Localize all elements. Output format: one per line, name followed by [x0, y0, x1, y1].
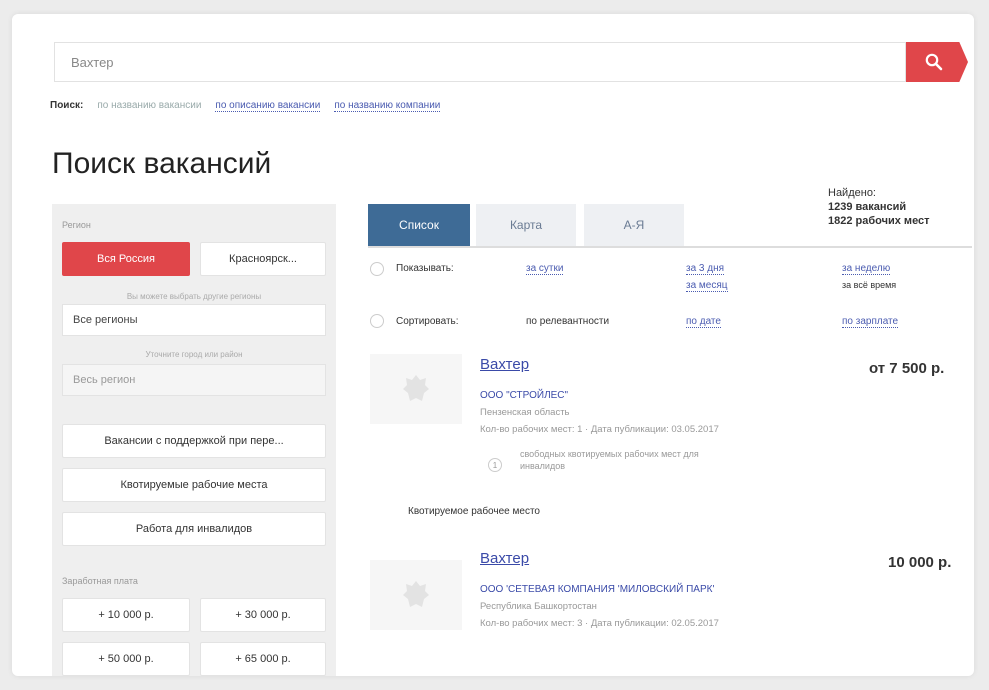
show-label: Показывать: — [396, 263, 454, 274]
region-label: Регион — [62, 220, 91, 230]
vacancy-company-link[interactable]: ООО 'СЕТЕВАЯ КОМПАНИЯ 'МИЛОВСКИЙ ПАРК' — [480, 584, 714, 595]
district-field[interactable]: Весь регион — [62, 364, 326, 396]
vacancy-meta: Кол-во рабочих мест: 1 · Дата публикации… — [480, 424, 719, 435]
quota-jobs-filter[interactable]: Квотируемые рабочие места — [62, 468, 326, 502]
company-logo — [370, 354, 462, 424]
show-3-days[interactable]: за 3 дня — [686, 263, 725, 275]
search-button[interactable] — [906, 42, 968, 82]
search-bar — [54, 42, 906, 82]
tab-map[interactable]: Карта — [476, 204, 576, 246]
search-input[interactable] — [55, 43, 905, 81]
salary-option[interactable]: + 65 000 р. — [200, 642, 326, 676]
region-local-button[interactable]: Красноярск... — [200, 242, 326, 276]
region-all-russia-button[interactable]: Вся Россия — [62, 242, 190, 276]
show-day[interactable]: за сутки — [526, 263, 564, 275]
vacancy-salary: 10 000 р. — [888, 554, 952, 571]
view-tabs: Список Карта А-Я — [368, 204, 972, 248]
vacancy-meta: Кол-во рабочих мест: 3 · Дата публикации… — [480, 618, 719, 629]
show-month[interactable]: за месяц — [686, 280, 728, 292]
tab-alphabet[interactable]: А-Я — [584, 204, 684, 246]
district-hint: Уточните город или район — [145, 350, 243, 359]
emblem-icon — [403, 581, 429, 607]
search-mode-company[interactable]: по названию компании — [334, 100, 441, 112]
vacancy-region: Пензенская область — [480, 407, 570, 418]
filter-sidebar: Регион Вся Россия Красноярск... Вы может… — [52, 204, 336, 676]
all-regions-field[interactable]: Все регионы — [62, 304, 326, 336]
search-mode-description[interactable]: по описанию вакансии — [215, 100, 321, 112]
sort-salary[interactable]: по зарплате — [842, 316, 899, 328]
search-mode-selector: Поиск: по названию вакансии по описанию … — [50, 100, 441, 112]
relocation-support-filter[interactable]: Вакансии с поддержкой при пере... — [62, 424, 326, 458]
found-label: Найдено: — [828, 187, 876, 199]
salary-option[interactable]: + 50 000 р. — [62, 642, 190, 676]
vacancy-title-link[interactable]: Вахтер — [480, 356, 529, 373]
vacancy-note: свободных квотируемых рабочих мест для и… — [520, 449, 699, 471]
search-mode-label: Поиск: — [50, 100, 84, 111]
vacancy-title-link[interactable]: Вахтер — [480, 550, 529, 567]
vacancy-salary: от 7 500 р. — [869, 360, 945, 377]
region-hint: Вы можете выбрать другие регионы — [126, 292, 262, 301]
sort-date[interactable]: по дате — [686, 316, 721, 328]
vacancy-tag: Квотируемое рабочее место — [408, 506, 540, 517]
tab-list[interactable]: Список — [368, 204, 470, 246]
salary-option[interactable]: + 10 000 р. — [62, 598, 190, 632]
show-radio[interactable] — [370, 262, 384, 276]
company-logo — [370, 560, 462, 630]
sort-label: Сортировать: — [396, 316, 459, 327]
show-week[interactable]: за неделю — [842, 263, 891, 275]
page-title: Поиск вакансий — [52, 147, 272, 180]
sort-radio[interactable] — [370, 314, 384, 328]
info-icon: 1 — [488, 458, 502, 472]
search-mode-current: по названию вакансии — [97, 100, 202, 111]
search-page: Поиск: по названию вакансии по описанию … — [12, 14, 974, 676]
disabled-jobs-filter[interactable]: Работа для инвалидов — [62, 512, 326, 546]
vacancy-company-link[interactable]: ООО "СТРОЙЛЕС" — [480, 390, 568, 401]
salary-option[interactable]: + 30 000 р. — [200, 598, 326, 632]
emblem-icon — [403, 375, 429, 401]
show-all-time[interactable]: за всё время — [842, 280, 896, 290]
vacancy-region: Республика Башкортостан — [480, 601, 597, 612]
salary-label: Заработная плата — [62, 576, 138, 586]
sort-relevance[interactable]: по релевантности — [526, 316, 609, 327]
search-icon — [925, 53, 943, 71]
